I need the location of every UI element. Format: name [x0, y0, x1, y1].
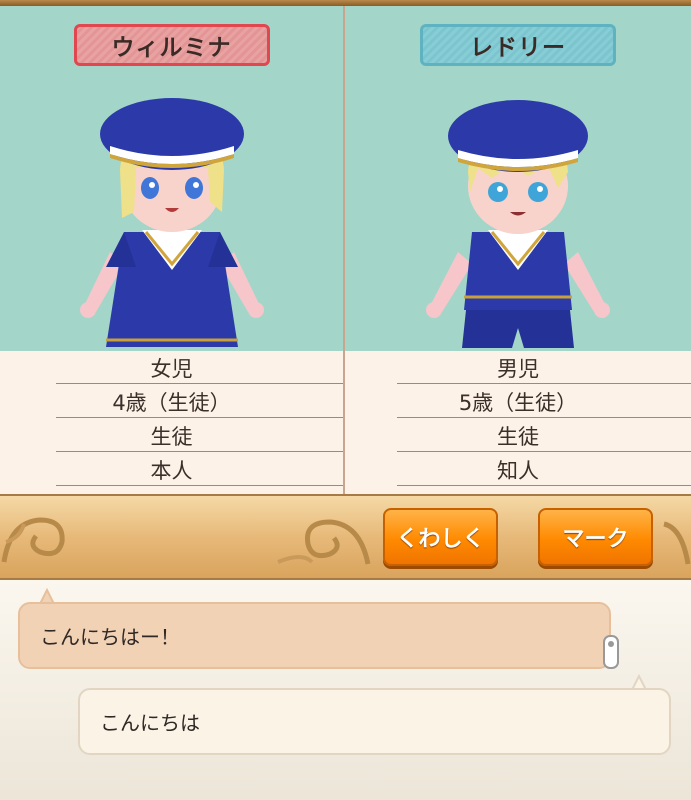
mark-button[interactable]: マーク [538, 508, 653, 566]
info-age: 4歳（生徒） [56, 385, 343, 418]
character-portrait-right: レドリー [345, 6, 691, 351]
character-name-tag-right[interactable]: レドリー [420, 24, 616, 66]
chat-bubble-player: こんにちは [78, 688, 671, 755]
character-info-right: 男児 5歳（生徒） 生徒 知人 [345, 351, 691, 494]
ornament-right-icon [663, 521, 691, 565]
character-avatar-girl [79, 98, 264, 347]
info-age: 5歳（生徒） [397, 385, 691, 418]
chat-area: こんにちはー！ こんにちは [0, 580, 691, 800]
character-compare-panels: ウィルミナ 女児 4歳（生徒） 生徒 本人 レドリー 男児 5歳（生徒） 生徒 … [0, 6, 691, 494]
info-relation: 本人 [56, 453, 343, 486]
chat-bubble-other: こんにちはー！ [18, 602, 611, 669]
ornament-left-icon [1, 517, 65, 563]
info-occupation: 生徒 [56, 419, 343, 452]
character-name-tag-left[interactable]: ウィルミナ [73, 24, 270, 66]
info-relation: 知人 [397, 453, 691, 486]
action-bar: くわしく マーク [0, 494, 691, 580]
character-panel-left: ウィルミナ 女児 4歳（生徒） 生徒 本人 [0, 6, 345, 494]
chat-message-right: こんにちは [100, 711, 200, 735]
character-panel-right: レドリー 男児 5歳（生徒） 生徒 知人 [345, 6, 691, 494]
character-info-left: 女児 4歳（生徒） 生徒 本人 [0, 351, 343, 494]
character-avatar-boy [426, 100, 610, 348]
character-portrait-left: ウィルミナ [0, 6, 343, 351]
info-occupation: 生徒 [397, 419, 691, 452]
chat-message-left: こんにちはー！ [40, 625, 180, 649]
info-gender: 女児 [56, 351, 343, 384]
info-gender: 男児 [397, 351, 691, 384]
ornament-center-icon [277, 519, 371, 565]
speaker-icon [603, 635, 619, 669]
details-button[interactable]: くわしく [383, 508, 498, 566]
